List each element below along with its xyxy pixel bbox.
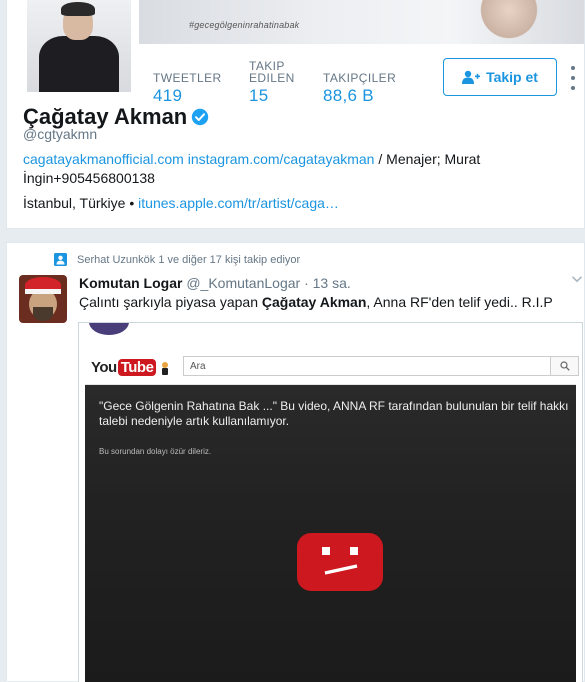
youtube-search-button <box>551 356 579 376</box>
profile-website-link[interactable]: itunes.apple.com/tr/artist/caga… <box>138 195 339 211</box>
stat-following[interactable]: TAKIP EDILEN 15 <box>249 60 295 104</box>
tweet-media-image[interactable]: You Tube Ara "Gece Gölgenin Rahatına Bak … <box>78 322 583 682</box>
chevron-down-icon[interactable] <box>571 273 583 285</box>
profile-avatar[interactable] <box>23 0 135 96</box>
youtube-error-message: "Gece Gölgenin Rahatına Bak ..." Bu vide… <box>99 399 569 428</box>
sad-face-icon <box>297 533 383 591</box>
media-top-shape <box>89 323 129 335</box>
tweet-separator: · <box>300 275 313 291</box>
tweet-author-name[interactable]: Komutan Logar <box>79 275 182 291</box>
youtube-player: "Gece Gölgenin Rahatına Bak ..." Bu vide… <box>85 385 576 682</box>
stat-following-label-line2: EDILEN <box>249 71 295 85</box>
tweet-author-avatar[interactable] <box>19 275 67 323</box>
stat-followers-label: TAKIPÇILER <box>323 71 397 85</box>
tweet-header: Komutan Logar @_KomutanLogar · 13 sa. <box>79 275 351 291</box>
bio-link-instagram[interactable]: instagram.com/cagatayakman <box>188 151 375 167</box>
profile-card: #gecegölgeninrahatinabak TWEETLER 419 TA… <box>6 0 585 229</box>
banner-face-image <box>474 0 544 40</box>
profile-screen-name[interactable]: @cgtyakmn <box>23 126 97 142</box>
tweet-text-after: , Anna RF'den telif yedi.. R.I.P <box>366 294 553 310</box>
search-icon <box>559 361 570 371</box>
add-user-icon <box>462 70 481 84</box>
tweet-text-mention: Çağatay Akman <box>261 294 367 310</box>
tweet-context-text: Serhat Uzunkök 1 ve diğer 17 kişi takip … <box>77 253 301 266</box>
profile-bio: cagatayakmanofficial.com instagram.com/c… <box>23 150 493 188</box>
tweet-text: Çalıntı şarkıyla piyasa yapan Çağatay Ak… <box>79 294 553 310</box>
youtube-logo-you: You <box>91 359 117 376</box>
more-options-icon[interactable] <box>567 66 579 90</box>
verified-badge-icon <box>192 108 209 126</box>
tweet-text-before: Çalıntı şarkıyla piyasa yapan <box>79 294 262 310</box>
stat-followers[interactable]: TAKIPÇILER 88,6 B <box>323 71 397 104</box>
tweet-context[interactable]: Serhat Uzunkök 1 ve diğer 17 kişi takip … <box>54 253 300 266</box>
tweet-timestamp[interactable]: 13 sa. <box>313 275 351 291</box>
stat-tweets-label: TWEETLER <box>153 71 222 85</box>
profile-banner[interactable]: #gecegölgeninrahatinabak <box>139 0 584 44</box>
stat-tweets-value: 419 <box>153 86 183 105</box>
youtube-header: You Tube Ara <box>85 349 579 385</box>
stat-tweets[interactable]: TWEETLER 419 <box>153 71 222 104</box>
follow-button[interactable]: Takip et <box>443 58 557 96</box>
youtube-logo: You Tube <box>91 359 171 376</box>
tweet-card[interactable]: Serhat Uzunkök 1 ve diğer 17 kişi takip … <box>6 242 585 682</box>
mascot-icon <box>162 361 169 375</box>
person-icon <box>54 253 67 266</box>
stat-followers-value: 88,6 B <box>323 86 374 105</box>
youtube-sorry-text: Bu sorundan dolayı özür dileriz. <box>99 447 212 456</box>
stat-following-value: 15 <box>249 86 269 105</box>
bio-link-website[interactable]: cagatayakmanofficial.com <box>23 151 184 167</box>
location-separator: • <box>125 195 139 211</box>
banner-hashtag: #gecegölgeninrahatinabak <box>189 20 300 30</box>
profile-location-line: İstanbul, Türkiye • itunes.apple.com/tr/… <box>23 195 339 211</box>
youtube-logo-tube: Tube <box>117 359 157 376</box>
follow-button-label: Takip et <box>486 69 538 85</box>
tweet-author-handle[interactable]: @_KomutanLogar <box>186 275 300 291</box>
profile-location: İstanbul, Türkiye <box>23 195 126 211</box>
youtube-search-input: Ara <box>183 356 551 376</box>
